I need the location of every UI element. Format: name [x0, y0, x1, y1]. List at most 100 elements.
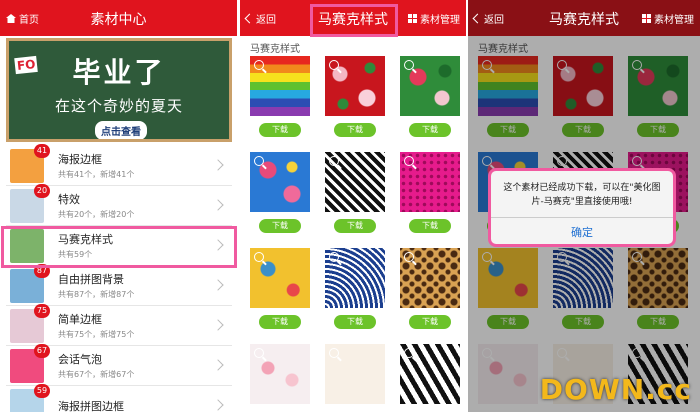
download-button[interactable]: 下载	[409, 315, 451, 329]
category-name: 马赛克样式	[58, 233, 113, 246]
mosaic-tile-grid: 下载下载下载下载下载下载下载下载下载	[250, 56, 460, 412]
category-count: 共有20个，新增20个	[58, 210, 135, 219]
mosaic-tile[interactable]: 下载	[325, 152, 385, 235]
dialog-message: 这个素材已经成功下载，可以在"美化图片-马赛克"里直接使用哦!	[503, 183, 661, 207]
mosaic-tile[interactable]: 下载	[325, 56, 385, 139]
mosaic-preview[interactable]	[325, 344, 385, 404]
download-success-dialog: 这个素材已经成功下载，可以在"美化图片-马赛克"里直接使用哦! 确定	[488, 168, 676, 247]
zoom-icon[interactable]	[329, 348, 339, 358]
header-bar: 返回 马赛克样式 素材管理	[240, 0, 466, 36]
zoom-icon[interactable]	[254, 348, 264, 358]
material-manage-button[interactable]: 素材管理	[642, 11, 694, 26]
section-title: 马赛克样式	[250, 44, 300, 55]
category-text: 海报边框共有41个，新增41个	[58, 151, 134, 180]
category-thumbnail: 59	[10, 383, 50, 412]
material-category-list: 41 海报边框共有41个，新增41个 20 特效共有20个，新增20个马赛克样式共有5…	[6, 143, 232, 412]
download-button[interactable]: 下载	[409, 219, 451, 233]
download-button[interactable]: 下载	[334, 219, 376, 233]
graduation-banner[interactable]: FO 毕业了 在这个奇妙的夏天 点击查看	[6, 38, 232, 142]
mosaic-tile[interactable]	[325, 344, 385, 412]
banner-subline: 在这个奇妙的夏天	[54, 97, 183, 115]
zoom-icon[interactable]	[254, 60, 264, 70]
download-button[interactable]: 下载	[259, 315, 301, 329]
zoom-icon[interactable]	[404, 252, 414, 262]
zoom-icon[interactable]	[254, 252, 264, 262]
chevron-right-icon	[212, 319, 224, 331]
category-thumbnail: 87	[10, 263, 50, 303]
mosaic-preview[interactable]	[325, 56, 385, 116]
mosaic-preview[interactable]	[400, 152, 460, 212]
category-count: 共有87个，新增87个	[58, 290, 135, 299]
zoom-icon[interactable]	[329, 156, 339, 166]
mosaic-preview[interactable]	[325, 152, 385, 212]
watermark: DOWN.cc	[540, 373, 692, 406]
mosaic-tile[interactable]: 下载	[250, 248, 310, 331]
mosaic-tile[interactable]: 下载	[400, 152, 460, 235]
category-row[interactable]: 马赛克样式共有59个	[6, 226, 232, 266]
category-thumbnail: 75	[10, 303, 50, 343]
category-text: 特效共有20个，新增20个	[58, 191, 134, 220]
category-name: 特效	[58, 193, 80, 206]
mosaic-preview[interactable]	[250, 344, 310, 404]
confirm-button[interactable]: 确定	[491, 218, 673, 240]
mosaic-tile[interactable]: 下载	[400, 248, 460, 331]
category-name: 海报拼图边框	[58, 399, 124, 412]
category-name: 会话气泡	[58, 353, 102, 366]
chevron-right-icon	[212, 359, 224, 371]
category-count: 共有41个，新增41个	[58, 170, 135, 179]
category-thumbnail: 20	[10, 183, 50, 223]
mosaic-style-screen: 返回 马赛克样式 素材管理 马赛克样式 下载 下载 下载 下载 下载 下载 下载 下载 下载	[237, 0, 466, 412]
grid-icon	[408, 14, 417, 23]
new-count-badge: 59	[34, 383, 50, 398]
chevron-right-icon	[212, 399, 224, 411]
material-manage-button[interactable]: 素材管理	[408, 11, 460, 26]
category-thumbnail	[10, 228, 44, 263]
header-bar: 返回 马赛克样式 素材管理	[468, 0, 700, 36]
category-text: 会话气泡 共有67个，新增67个	[58, 351, 134, 380]
grid-icon	[642, 14, 651, 23]
category-row[interactable]: 59 海报拼图边框	[6, 383, 232, 412]
category-text: 马赛克样式共有59个	[58, 231, 113, 260]
new-count-badge: 75	[34, 303, 50, 318]
download-button[interactable]: 下载	[259, 123, 301, 137]
category-text: 海报拼图边框	[58, 398, 124, 412]
category-row[interactable]: 75 简单边框 共有75个，新增75个	[6, 303, 232, 346]
mosaic-preview[interactable]	[250, 152, 310, 212]
new-count-badge: 20	[34, 183, 50, 198]
category-row[interactable]: 87 自由拼图背景 共有87个，新增87个	[6, 263, 232, 306]
zoom-icon[interactable]	[404, 156, 414, 166]
zoom-icon[interactable]	[329, 60, 339, 70]
download-button[interactable]: 下载	[334, 123, 376, 137]
mosaic-preview[interactable]	[250, 56, 310, 116]
mosaic-preview[interactable]	[400, 344, 460, 404]
mosaic-tile[interactable]	[400, 344, 460, 412]
category-count: 共有59个	[58, 250, 93, 259]
download-button[interactable]: 下载	[259, 219, 301, 233]
material-manage-label: 素材管理	[654, 15, 694, 26]
mosaic-tile[interactable]: 下载	[250, 56, 310, 139]
watermark-main: DOWN	[539, 373, 646, 406]
zoom-icon[interactable]	[329, 252, 339, 262]
mosaic-tile[interactable]	[250, 344, 310, 412]
mosaic-tile[interactable]: 下载	[400, 56, 460, 139]
mosaic-tile[interactable]: 下载	[325, 248, 385, 331]
new-count-badge: 41	[34, 143, 50, 158]
download-button[interactable]: 下载	[409, 123, 451, 137]
category-row[interactable]: 67 会话气泡 共有67个，新增67个	[6, 343, 232, 386]
banner-cta[interactable]: 点击查看	[95, 121, 147, 139]
mosaic-tile[interactable]: 下载	[250, 152, 310, 235]
zoom-icon[interactable]	[404, 348, 414, 358]
zoom-icon[interactable]	[254, 156, 264, 166]
mosaic-preview[interactable]	[325, 248, 385, 308]
download-button[interactable]: 下载	[334, 315, 376, 329]
mosaic-preview[interactable]	[250, 248, 310, 308]
category-row[interactable]: 20 特效共有20个，新增20个	[6, 183, 232, 226]
category-name: 海报边框	[58, 153, 102, 166]
banner-headline: 毕业了	[72, 56, 166, 89]
mosaic-preview[interactable]	[400, 56, 460, 116]
zoom-icon[interactable]	[404, 60, 414, 70]
mosaic-preview[interactable]	[400, 248, 460, 308]
material-manage-label: 素材管理	[420, 15, 460, 26]
header-bar: 首页 素材中心	[0, 0, 237, 36]
category-row[interactable]: 41 海报边框共有41个，新增41个	[6, 143, 232, 186]
